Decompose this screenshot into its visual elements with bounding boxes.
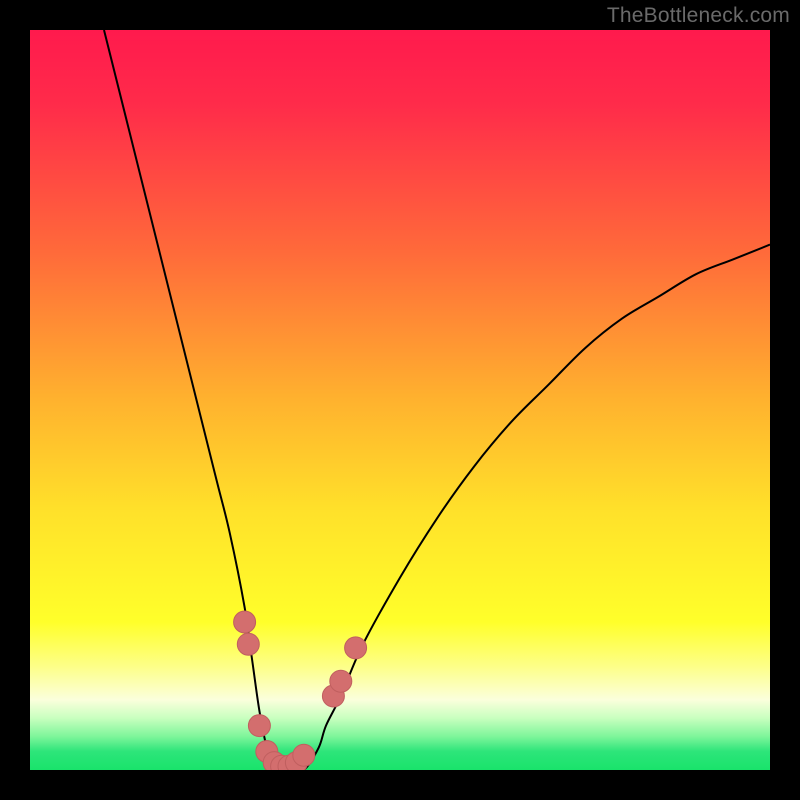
- bottleneck-chart: [30, 30, 770, 770]
- marker-dot: [330, 670, 352, 692]
- marker-dot: [248, 715, 270, 737]
- chart-frame: TheBottleneck.com: [0, 0, 800, 800]
- marker-dot: [345, 637, 367, 659]
- gradient-background: [30, 30, 770, 770]
- marker-dot: [237, 633, 259, 655]
- marker-dot: [234, 611, 256, 633]
- watermark-text: TheBottleneck.com: [607, 4, 790, 28]
- marker-dot: [293, 744, 315, 766]
